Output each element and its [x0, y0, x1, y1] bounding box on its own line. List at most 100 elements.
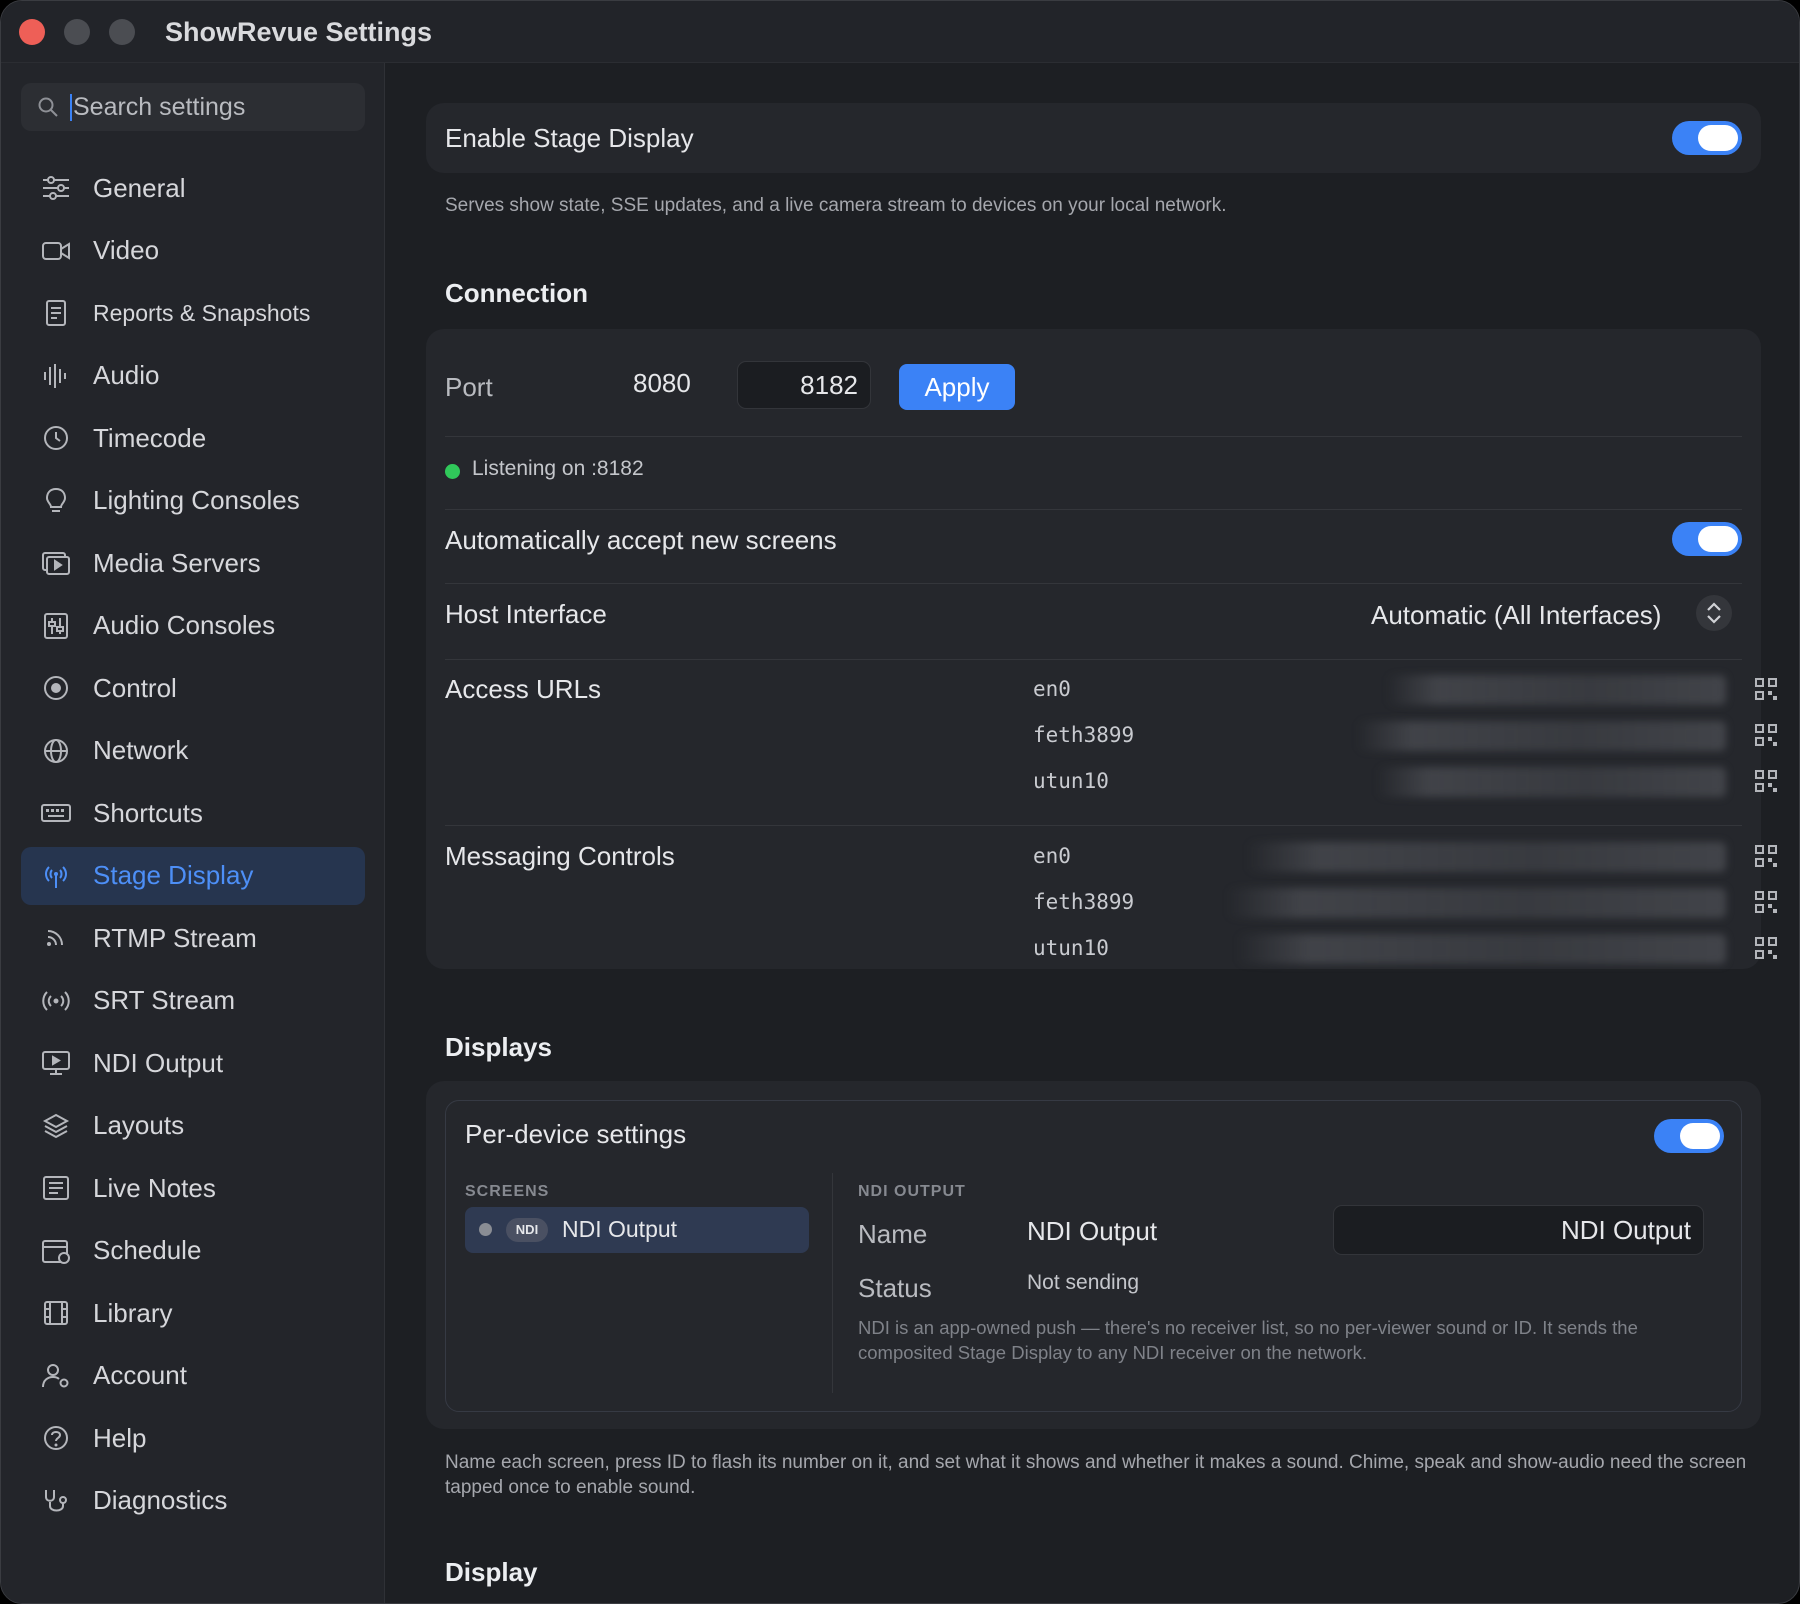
- host-interface-stepper[interactable]: [1696, 595, 1732, 631]
- displays-footer-note: Name each screen, press ID to flash its …: [445, 1452, 1747, 1498]
- sidebar-item-timecode[interactable]: Timecode: [21, 409, 365, 467]
- sidebar-item-schedule[interactable]: Schedule: [21, 1222, 365, 1280]
- antenna-icon: [45, 865, 67, 888]
- divider: [445, 436, 1742, 437]
- per-device-settings-label: Per-device settings: [465, 1119, 687, 1149]
- sidebar-item-stage-display[interactable]: Stage Display: [21, 846, 365, 905]
- divider: [445, 825, 1742, 826]
- sidebar-item-rtmp-stream[interactable]: RTMP Stream: [21, 909, 365, 967]
- port-input[interactable]: 8182: [737, 361, 871, 409]
- settings-content: Enable Stage Display Serves show state, …: [386, 63, 1799, 1603]
- qr-code-icon[interactable]: [1755, 678, 1777, 700]
- redacted-url: [1246, 842, 1726, 872]
- displays-card: Per-device settings SCREENS NDI NDI Outp…: [426, 1081, 1761, 1429]
- ndi-badge: NDI: [506, 1218, 548, 1242]
- search-input[interactable]: [73, 93, 353, 122]
- stethoscope-icon: [45, 1489, 67, 1511]
- redacted-url: [1386, 675, 1726, 705]
- status-dot: [445, 464, 460, 479]
- sidebar-item-control[interactable]: Control: [21, 659, 365, 717]
- globe-icon: [44, 738, 68, 763]
- sidebar-item-lighting-consoles[interactable]: Lighting Consoles: [21, 472, 365, 530]
- sidebar-item-label: SRT Stream: [93, 985, 236, 1015]
- qr-code-icon[interactable]: [1755, 724, 1777, 746]
- search-icon: [37, 96, 59, 123]
- ndi-output-header: NDI OUTPUT: [858, 1183, 966, 1200]
- person-gear-icon: [42, 1363, 69, 1387]
- displays-section-title: Displays: [445, 1032, 552, 1062]
- redacted-url: [1226, 888, 1726, 918]
- sidebar-item-account[interactable]: Account: [21, 1347, 365, 1405]
- sidebar-item-label: Library: [93, 1297, 173, 1328]
- sidebar-item-label: Media Servers: [93, 547, 261, 578]
- qr-code-icon[interactable]: [1755, 891, 1777, 913]
- toggle-knob: [1698, 526, 1738, 552]
- sidebar-item-reports[interactable]: Reports & Snapshots: [21, 284, 365, 342]
- toggle-knob: [1698, 125, 1738, 151]
- host-interface-label: Host Interface: [445, 599, 607, 629]
- current-port-value: 8080: [633, 368, 691, 398]
- qr-code-icon[interactable]: [1755, 770, 1777, 792]
- sidebar-item-network[interactable]: Network: [21, 722, 365, 780]
- divider: [445, 659, 1742, 660]
- stage-display-description: Serves show state, SSE updates, and a li…: [445, 195, 1227, 216]
- redacted-url: [1236, 934, 1726, 964]
- per-device-settings-toggle[interactable]: [1654, 1119, 1724, 1153]
- enable-stage-display-label: Enable Stage Display: [445, 123, 694, 153]
- access-url-interface: en0: [1033, 677, 1071, 701]
- ndi-status-value: Not sending: [1027, 1271, 1140, 1294]
- sidebar-item-live-notes[interactable]: Live Notes: [21, 1159, 365, 1217]
- sidebar-item-audio-consoles[interactable]: Audio Consoles: [21, 597, 365, 655]
- connection-section-title: Connection: [445, 278, 588, 308]
- status-label: Status: [858, 1273, 932, 1303]
- sidebar-item-label: General: [93, 172, 186, 203]
- sidebar-item-audio[interactable]: Audio: [21, 347, 365, 405]
- minimize-window-button[interactable]: [64, 19, 90, 45]
- connection-card: Port 8080 8182 Apply Listening on :8182 …: [426, 329, 1777, 969]
- zoom-window-button[interactable]: [109, 19, 135, 45]
- control-icon: [44, 676, 68, 700]
- sidebar-item-label: Stage Display: [93, 860, 254, 890]
- close-window-button[interactable]: [19, 19, 45, 45]
- sidebar-item-general[interactable]: General: [21, 159, 365, 217]
- sidebar-item-diagnostics[interactable]: Diagnostics: [21, 1472, 365, 1530]
- redacted-url: [1356, 721, 1726, 751]
- sidebar-item-label: Schedule: [93, 1235, 202, 1265]
- notes-icon: [43, 1176, 69, 1200]
- name-value: NDI Output: [1027, 1216, 1158, 1246]
- mixer-icon: [44, 612, 68, 639]
- ndi-name-input[interactable]: NDI Output: [1333, 1205, 1704, 1255]
- rss-icon: [47, 930, 63, 946]
- sidebar-item-ndi-output[interactable]: NDI Output: [21, 1034, 365, 1092]
- screen-list-item[interactable]: NDI NDI Output: [465, 1207, 809, 1253]
- qr-code-icon[interactable]: [1755, 845, 1777, 867]
- auto-accept-toggle[interactable]: [1672, 522, 1742, 556]
- host-interface-value[interactable]: Automatic (All Interfaces): [1371, 600, 1661, 631]
- sidebar-item-help[interactable]: Help: [21, 1409, 365, 1467]
- sidebar-item-label: Live Notes: [93, 1172, 216, 1203]
- sidebar-item-layouts[interactable]: Layouts: [21, 1097, 365, 1155]
- display-section-title: Display: [445, 1557, 538, 1587]
- sidebar-item-shortcuts[interactable]: Shortcuts: [21, 784, 365, 842]
- sidebar-item-srt-stream[interactable]: SRT Stream: [21, 972, 365, 1030]
- layouts-icon: [42, 1113, 70, 1138]
- qr-code-icon[interactable]: [1755, 937, 1777, 959]
- window-title: ShowRevue Settings: [165, 17, 433, 47]
- sliders-icon: [43, 176, 69, 200]
- enable-stage-display-card: Enable Stage Display: [426, 103, 1761, 173]
- sidebar-item-label: Help: [93, 1422, 147, 1453]
- screens-header: SCREENS: [465, 1183, 550, 1200]
- sidebar-item-library[interactable]: Library: [21, 1284, 365, 1342]
- sidebar: General Video Reports & Snapshots Audio …: [1, 63, 385, 1603]
- enable-stage-display-toggle[interactable]: [1672, 121, 1742, 155]
- apply-button[interactable]: Apply: [899, 364, 1015, 410]
- search-box[interactable]: [21, 83, 365, 131]
- calendar-icon: [42, 1239, 70, 1264]
- port-label: Port: [445, 372, 493, 402]
- column-divider: [832, 1173, 833, 1393]
- sidebar-nav: General Video Reports & Snapshots Audio …: [21, 159, 365, 1534]
- video-camera-icon: [42, 241, 70, 260]
- messaging-interface: utun10: [1033, 936, 1109, 960]
- sidebar-item-video[interactable]: Video: [21, 222, 365, 280]
- sidebar-item-media-servers[interactable]: Media Servers: [21, 534, 365, 592]
